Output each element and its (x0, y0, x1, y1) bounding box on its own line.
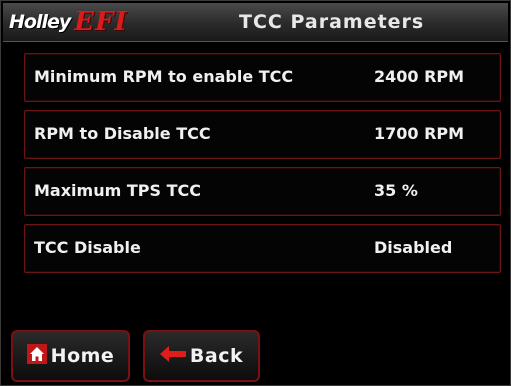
parameter-row-rpm-disable[interactable]: RPM to Disable TCC 1700 RPM (24, 110, 501, 159)
arrow-left-icon (159, 345, 186, 367)
home-icon (26, 343, 47, 369)
logo-efi-text: EFI (74, 7, 128, 37)
parameter-row-min-rpm-enable[interactable]: Minimum RPM to enable TCC 2400 RPM (24, 53, 501, 102)
parameter-value: 2400 RPM (374, 67, 465, 86)
logo-holley-text: Holley (9, 11, 71, 33)
parameter-value: 35 % (374, 181, 418, 200)
parameter-row-max-tps[interactable]: Maximum TPS TCC 35 % (24, 167, 501, 216)
page-title: TCC Parameters (239, 11, 425, 33)
home-button-label: Home (50, 345, 115, 367)
parameter-row-tcc-disable[interactable]: TCC Disable Disabled (24, 224, 501, 273)
parameter-list: Minimum RPM to enable TCC 2400 RPM RPM t… (24, 53, 501, 281)
parameter-label: Minimum RPM to enable TCC (34, 67, 294, 86)
screen-frame: Holley EFI TCC Parameters Minimum RPM to… (0, 0, 511, 386)
header-bar: Holley EFI TCC Parameters (3, 3, 508, 42)
back-button-label: Back (189, 345, 244, 367)
home-button[interactable]: Home (11, 330, 130, 382)
parameter-label: TCC Disable (34, 238, 141, 257)
parameter-value: Disabled (374, 238, 453, 257)
back-button[interactable]: Back (143, 330, 260, 382)
parameter-label: RPM to Disable TCC (34, 124, 211, 143)
parameter-value: 1700 RPM (374, 124, 465, 143)
holley-efi-logo: Holley EFI (9, 7, 128, 37)
parameter-label: Maximum TPS TCC (34, 181, 201, 200)
